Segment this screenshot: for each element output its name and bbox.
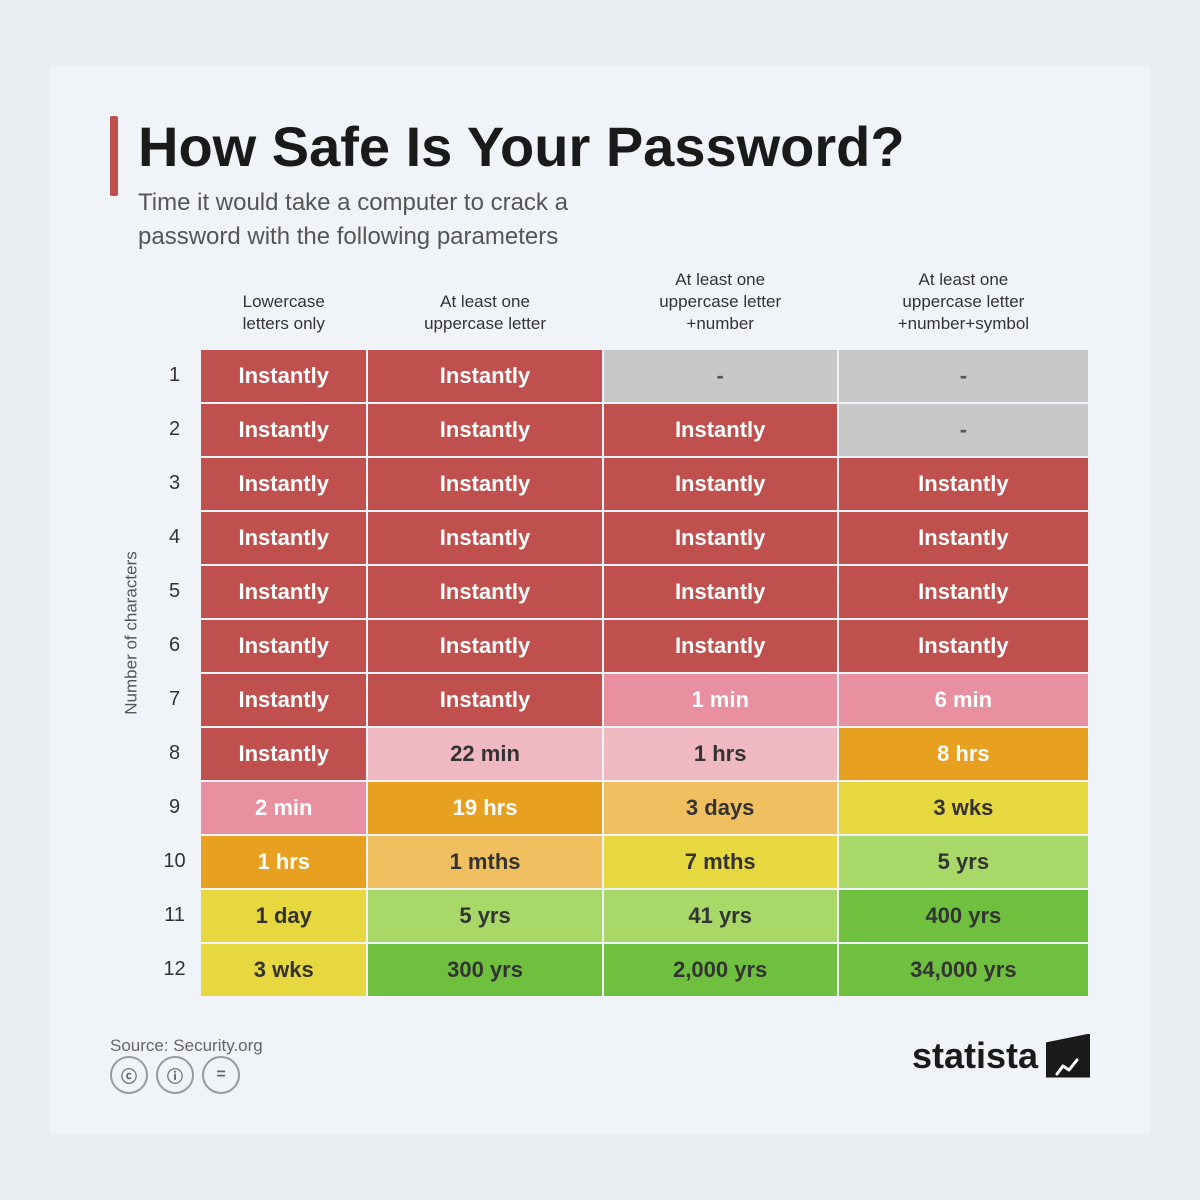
table-cell: Instantly — [838, 619, 1089, 673]
table-cell: 41 yrs — [603, 889, 838, 943]
table-cell: Instantly — [603, 403, 838, 457]
cc-icon-by: ⓘ — [156, 1056, 194, 1094]
table-row: 5InstantlyInstantlyInstantlyInstantly — [150, 565, 1089, 619]
table-cell: 5 yrs — [838, 835, 1089, 889]
table-cell: 1 mths — [367, 835, 602, 889]
title-text-block: How Safe Is Your Password? Time it would… — [138, 116, 905, 253]
table-row: 4InstantlyInstantlyInstantlyInstantly — [150, 511, 1089, 565]
row-number: 12 — [150, 943, 200, 997]
row-number: 10 — [150, 835, 200, 889]
cc-icons: ⓒ ⓘ = — [110, 1056, 263, 1094]
table-cell: - — [838, 349, 1089, 403]
table-cell: Instantly — [603, 565, 838, 619]
table-cell: Instantly — [603, 457, 838, 511]
table-cell: 6 min — [838, 673, 1089, 727]
table-cell: Instantly — [200, 565, 367, 619]
table-row: 7InstantlyInstantly1 min6 min — [150, 673, 1089, 727]
cc-icon-nd: = — [202, 1056, 240, 1094]
table-cell: 1 hrs — [200, 835, 367, 889]
statista-wordmark: statista — [912, 1035, 1038, 1077]
table-cell: Instantly — [367, 565, 602, 619]
source-text: Source: Security.org — [110, 1036, 263, 1056]
row-number: 1 — [150, 349, 200, 403]
footer: Source: Security.org ⓒ ⓘ = statista — [110, 1018, 1090, 1094]
table-row: 8Instantly22 min1 hrs8 hrs — [150, 727, 1089, 781]
table-wrapper: Number of characters Lowercaseletters on… — [110, 269, 1090, 997]
table-cell: 3 wks — [838, 781, 1089, 835]
table-cell: 3 wks — [200, 943, 367, 997]
table-cell: 1 day — [200, 889, 367, 943]
table-row: 1InstantlyInstantly-- — [150, 349, 1089, 403]
row-number: 5 — [150, 565, 200, 619]
table-cell: Instantly — [200, 673, 367, 727]
statista-icon — [1046, 1034, 1090, 1078]
table-cell: Instantly — [367, 673, 602, 727]
table-cell: 5 yrs — [367, 889, 602, 943]
column-header-row: Lowercaseletters only At least oneupperc… — [150, 269, 1089, 348]
table-cell: 300 yrs — [367, 943, 602, 997]
title-section: How Safe Is Your Password? Time it would… — [110, 116, 1090, 253]
title-bar-accent — [110, 116, 118, 196]
table-cell: 400 yrs — [838, 889, 1089, 943]
table-cell: Instantly — [603, 619, 838, 673]
infographic-card: How Safe Is Your Password? Time it would… — [50, 66, 1150, 1133]
table-row: 111 day5 yrs41 yrs400 yrs — [150, 889, 1089, 943]
y-axis-label: Number of characters — [122, 552, 142, 715]
row-number: 11 — [150, 889, 200, 943]
table-cell: - — [603, 349, 838, 403]
table-cell: Instantly — [367, 403, 602, 457]
table-row: 92 min19 hrs3 days3 wks — [150, 781, 1089, 835]
table-cell: - — [838, 403, 1089, 457]
row-number: 7 — [150, 673, 200, 727]
subtitle: Time it would take a computer to crack a… — [138, 186, 905, 253]
col-header-empty — [150, 269, 200, 348]
row-number: 6 — [150, 619, 200, 673]
table-cell: 8 hrs — [838, 727, 1089, 781]
table-cell: Instantly — [838, 457, 1089, 511]
password-table: Lowercaseletters only At least oneupperc… — [150, 269, 1090, 997]
table-cell: 19 hrs — [367, 781, 602, 835]
table-cell: Instantly — [367, 619, 602, 673]
source-citation: Source: Security.org ⓒ ⓘ = — [110, 1018, 263, 1094]
col-header-uppercase: At least oneuppercase letter — [367, 269, 602, 348]
table-cell: Instantly — [603, 511, 838, 565]
statista-icon-svg — [1055, 1052, 1081, 1078]
row-number: 3 — [150, 457, 200, 511]
table-cell: 1 min — [603, 673, 838, 727]
table-cell: Instantly — [367, 511, 602, 565]
table-cell: Instantly — [838, 565, 1089, 619]
col-header-lowercase: Lowercaseletters only — [200, 269, 367, 348]
table-cell: Instantly — [200, 349, 367, 403]
table-cell: 34,000 yrs — [838, 943, 1089, 997]
table-cell: Instantly — [838, 511, 1089, 565]
main-title: How Safe Is Your Password? — [138, 116, 905, 178]
table-cell: Instantly — [200, 457, 367, 511]
table-cell: Instantly — [200, 403, 367, 457]
cc-icon-cc: ⓒ — [110, 1056, 148, 1094]
col-header-uppercase-num: At least oneuppercase letter+number — [603, 269, 838, 348]
table-cell: 7 mths — [603, 835, 838, 889]
table-row: 101 hrs1 mths7 mths5 yrs — [150, 835, 1089, 889]
table-row: 2InstantlyInstantlyInstantly- — [150, 403, 1089, 457]
row-number: 4 — [150, 511, 200, 565]
table-cell: 2,000 yrs — [603, 943, 838, 997]
table-cell: 1 hrs — [603, 727, 838, 781]
table-cell: Instantly — [200, 727, 367, 781]
row-number: 9 — [150, 781, 200, 835]
table-row: 123 wks300 yrs2,000 yrs34,000 yrs — [150, 943, 1089, 997]
col-header-uppercase-num-sym: At least oneuppercase letter+number+symb… — [838, 269, 1089, 348]
table-cell: Instantly — [200, 511, 367, 565]
table-cell: 2 min — [200, 781, 367, 835]
table-row: 6InstantlyInstantlyInstantlyInstantly — [150, 619, 1089, 673]
table-cell: Instantly — [200, 619, 367, 673]
table-row: 3InstantlyInstantlyInstantlyInstantly — [150, 457, 1089, 511]
table-cell: Instantly — [367, 457, 602, 511]
row-number: 2 — [150, 403, 200, 457]
row-number: 8 — [150, 727, 200, 781]
table-cell: Instantly — [367, 349, 602, 403]
table-cell: 3 days — [603, 781, 838, 835]
statista-logo: statista — [912, 1034, 1090, 1078]
table-cell: 22 min — [367, 727, 602, 781]
